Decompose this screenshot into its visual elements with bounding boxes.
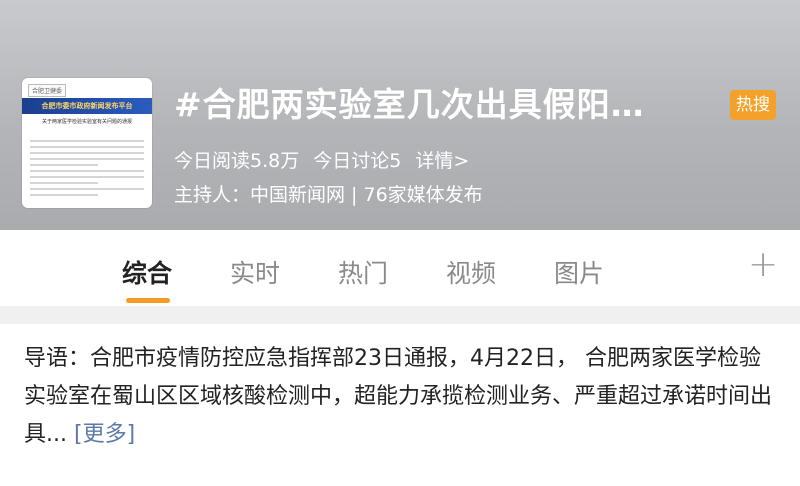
topic-host: 主持人：中国新闻网 | 76家媒体发布: [174, 184, 483, 206]
tab-video[interactable]: 视频: [446, 254, 496, 290]
tab-bar: 综合 实时 热门 视频 图片 +: [0, 230, 800, 306]
topic-thumbnail[interactable]: 合肥卫健委 合肥市委市政府新闻发布平台 关于两家医学检验实验室有关问题的通报: [22, 78, 152, 208]
tab-realtime[interactable]: 实时: [230, 254, 280, 290]
active-tab-indicator: [126, 298, 170, 303]
tab-comprehensive[interactable]: 综合: [122, 254, 172, 290]
hot-badge: 热搜: [730, 90, 776, 120]
tab-hot[interactable]: 热门: [338, 254, 388, 290]
detail-link[interactable]: 详情>: [415, 150, 469, 172]
topic-header: 合肥卫健委 合肥市委市政府新闻发布平台 关于两家医学检验实验室有关问题的通报 #…: [0, 0, 800, 230]
topic-title: #合肥两实验室几次出具假阳…: [174, 85, 645, 124]
thumbnail-doc-title: 关于两家医学检验实验室有关问题的通报: [41, 119, 132, 125]
thumbnail-banner: 合肥市委市政府新闻发布平台: [22, 98, 152, 114]
add-tab-icon[interactable]: +: [748, 244, 778, 285]
topic-stats: 今日阅读5.8万 今日讨论5 详情>: [174, 146, 477, 173]
discuss-count: 今日讨论5: [313, 150, 402, 172]
thumbnail-text-lines: [30, 140, 144, 200]
tab-images[interactable]: 图片: [554, 254, 604, 290]
read-count: 今日阅读5.8万: [174, 150, 300, 172]
intro-text: 导语：合肥市疫情防控应急指挥部23日通报，4月22日， 合肥两家医学检验实验室在…: [24, 346, 773, 447]
thumbnail-tag: 合肥卫健委: [28, 84, 67, 97]
section-divider: [0, 306, 800, 324]
more-link[interactable]: [更多]: [74, 422, 135, 447]
topic-intro: 导语：合肥市疫情防控应急指挥部23日通报，4月22日， 合肥两家医学检验实验室在…: [0, 324, 800, 454]
